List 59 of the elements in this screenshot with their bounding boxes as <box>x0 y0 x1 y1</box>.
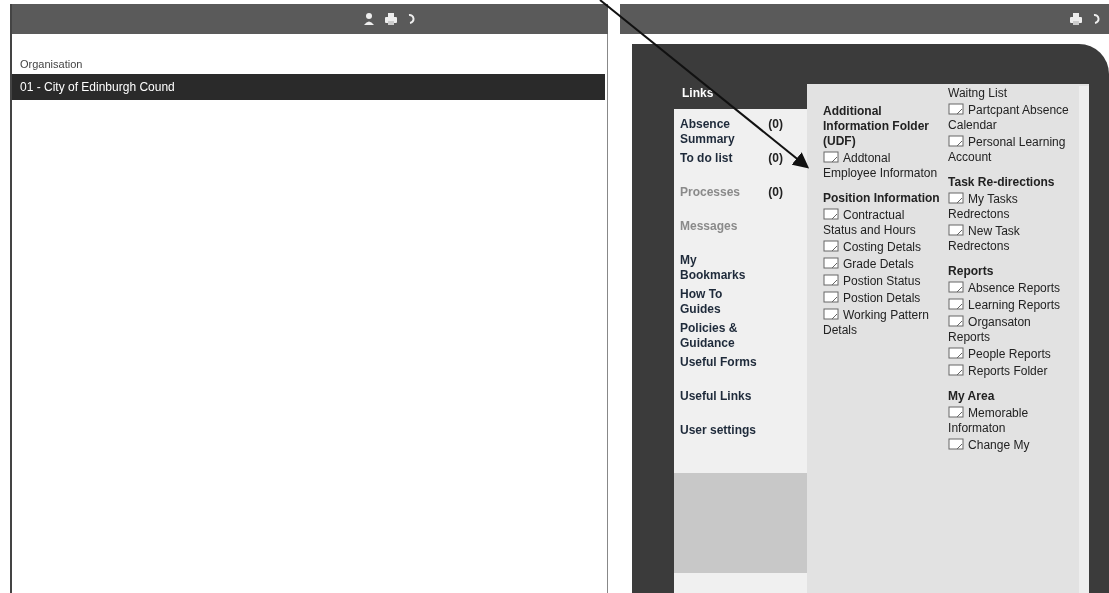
menu-link[interactable]: My Bookmarks <box>680 253 760 283</box>
count-label: (0) <box>768 185 783 200</box>
document-icon <box>948 281 965 294</box>
report-link[interactable]: Contractual Status and Hours <box>823 208 941 238</box>
document-icon <box>948 224 965 237</box>
document-icon <box>823 240 839 253</box>
document-icon <box>823 151 839 164</box>
report-link[interactable]: Change My <box>948 438 1030 453</box>
report-link[interactable]: Postion Detals <box>823 291 921 306</box>
document-icon <box>823 257 839 270</box>
report-link[interactable]: Costing Detals <box>823 240 922 255</box>
menu-link[interactable]: User settings <box>680 423 760 438</box>
document-icon <box>823 274 839 287</box>
menu-link[interactable]: Policies & Guidance <box>680 321 760 351</box>
section-heading: Position Information <box>823 191 940 205</box>
field-label: Organisation <box>19 57 84 72</box>
print-icon[interactable] <box>384 12 398 26</box>
print-icon[interactable] <box>1069 12 1083 26</box>
document-icon <box>948 315 965 328</box>
report-link[interactable]: Grade Detals <box>823 257 914 272</box>
report-link[interactable]: Working Pattern Detals <box>823 308 941 338</box>
document-icon <box>948 103 965 116</box>
menu-link[interactable]: How To Guides <box>680 287 760 317</box>
tree-row[interactable]: 01 - City of Edinburgh Cound <box>12 74 605 100</box>
section-heading: Additional Information Folder (UDF) <box>823 104 929 148</box>
document-icon <box>823 208 839 221</box>
report-link[interactable]: Partcpant Absence Calendar <box>948 103 1072 133</box>
report-link[interactable]: Postion Status <box>823 274 921 289</box>
document-icon <box>948 298 965 311</box>
menu-link[interactable]: Absence Summary <box>680 117 760 147</box>
report-link[interactable]: Organsaton Reports <box>948 315 1072 345</box>
section-heading: My Area <box>948 389 995 403</box>
report-link[interactable]: People Reports <box>948 347 1051 362</box>
panel-title: Links <box>681 85 715 102</box>
menu-link[interactable]: To do list <box>680 151 760 166</box>
report-link[interactable]: Reports Folder <box>948 364 1048 379</box>
document-icon <box>948 135 965 148</box>
document-icon <box>823 308 839 321</box>
report-link[interactable]: Learning Reports <box>948 298 1061 313</box>
document-icon <box>948 406 965 419</box>
document-icon <box>823 291 839 304</box>
document-icon <box>948 192 965 205</box>
document-icon <box>948 438 965 451</box>
menu-link[interactable]: Useful Links <box>680 389 760 404</box>
report-link[interactable]: Memorable Informaton <box>948 406 1072 436</box>
count-label: (0) <box>768 151 783 166</box>
report-link[interactable]: Absence Reports <box>948 281 1061 296</box>
section-heading: Reports <box>948 264 994 278</box>
document-icon <box>948 347 965 360</box>
person-icon[interactable] <box>362 12 376 26</box>
count-label: (0) <box>768 117 783 132</box>
report-link[interactable]: Addtonal Employee Informaton <box>823 151 941 181</box>
section-heading: Task Re-directions <box>948 175 1055 189</box>
report-link[interactable]: My Tasks Redrectons <box>948 192 1072 222</box>
report-link[interactable]: New Task Redrectons <box>948 224 1072 254</box>
report-link[interactable]: Personal Learning Account <box>948 135 1072 165</box>
report-link[interactable]: Waitng List <box>948 86 1007 100</box>
document-icon <box>948 364 965 377</box>
menu-link[interactable]: Useful Forms <box>680 355 760 370</box>
